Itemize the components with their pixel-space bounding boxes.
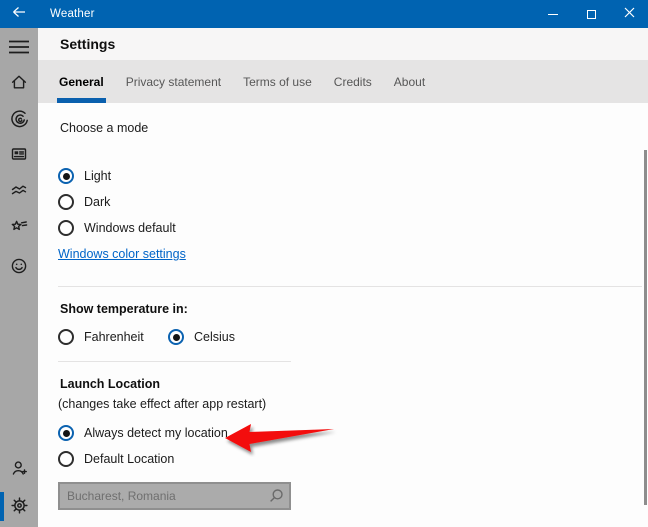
back-button[interactable] bbox=[0, 0, 38, 28]
page-header: Settings bbox=[38, 28, 648, 60]
tab-about[interactable]: About bbox=[394, 60, 425, 103]
tab-terms-of-use[interactable]: Terms of use bbox=[243, 60, 312, 103]
back-arrow-icon bbox=[11, 5, 27, 24]
sidebar-item-favorites[interactable] bbox=[0, 214, 38, 244]
radio-option-default-location[interactable]: Default Location bbox=[58, 451, 174, 467]
radio-label: Always detect my location bbox=[84, 426, 228, 440]
sidebar-item-forecast[interactable] bbox=[0, 69, 38, 99]
radio-option-dark[interactable]: Dark bbox=[58, 194, 110, 210]
radio-option-windows-default[interactable]: Windows default bbox=[58, 220, 176, 236]
radio-button-default-location bbox=[58, 451, 74, 467]
settings-page: Settings General Privacy statement Terms… bbox=[38, 28, 648, 527]
radio-option-always-detect[interactable]: Always detect my location bbox=[58, 425, 228, 441]
radio-button-dark bbox=[58, 194, 74, 210]
radio-label: Light bbox=[84, 169, 112, 183]
radio-button-fahrenheit bbox=[58, 329, 74, 345]
section-divider bbox=[58, 361, 291, 362]
location-search-input[interactable] bbox=[60, 489, 263, 503]
location-section-note: (changes take effect after app restart) bbox=[58, 397, 267, 411]
tab-general[interactable]: General bbox=[57, 60, 106, 103]
radio-button-always-detect bbox=[58, 425, 74, 441]
radio-option-celsius[interactable]: Celsius bbox=[168, 329, 235, 345]
location-section-heading: Launch Location bbox=[60, 377, 160, 391]
tab-credits[interactable]: Credits bbox=[334, 60, 372, 103]
news-card-icon bbox=[10, 145, 28, 168]
page-title: Settings bbox=[60, 36, 116, 52]
line-chart-icon bbox=[10, 181, 28, 204]
sidebar-item-news[interactable] bbox=[0, 141, 38, 171]
location-search-box[interactable] bbox=[58, 482, 291, 510]
smiley-icon bbox=[10, 257, 28, 280]
sidebar-item-send-feedback[interactable] bbox=[0, 253, 38, 283]
radio-button-windows-default bbox=[58, 220, 74, 236]
home-icon bbox=[10, 73, 28, 96]
sidebar-item-maps[interactable] bbox=[0, 107, 38, 137]
section-divider bbox=[58, 286, 642, 287]
temperature-section-heading: Show temperature in: bbox=[60, 302, 188, 316]
sidebar-item-settings[interactable] bbox=[0, 493, 38, 523]
sidebar-item-historical-weather[interactable] bbox=[0, 177, 38, 207]
radio-button-light bbox=[58, 168, 74, 184]
tab-privacy-statement[interactable]: Privacy statement bbox=[126, 60, 221, 103]
red-annotation-arrow bbox=[222, 421, 340, 457]
close-button[interactable] bbox=[610, 0, 648, 28]
radio-label: Default Location bbox=[84, 452, 175, 466]
titlebar: Weather bbox=[0, 0, 648, 28]
radio-button-celsius bbox=[168, 329, 184, 345]
minimize-icon bbox=[548, 13, 558, 15]
gear-icon bbox=[10, 496, 29, 520]
radio-label: Fahrenheit bbox=[84, 330, 144, 344]
radio-label: Celsius bbox=[194, 330, 235, 344]
radio-option-fahrenheit[interactable]: Fahrenheit bbox=[58, 329, 144, 345]
radio-label: Windows default bbox=[84, 221, 176, 235]
sidebar-item-sign-in[interactable] bbox=[0, 455, 38, 485]
maximize-button[interactable] bbox=[572, 0, 610, 28]
hamburger-icon bbox=[8, 40, 30, 59]
windows-color-settings-link[interactable]: Windows color settings bbox=[58, 247, 186, 261]
weather-app-window: Weather Settings General Privacy stateme… bbox=[0, 0, 648, 527]
star-list-icon bbox=[10, 218, 29, 241]
app-title: Weather bbox=[50, 8, 95, 20]
search-icon bbox=[263, 488, 289, 504]
sidebar bbox=[0, 28, 38, 527]
radio-label: Dark bbox=[84, 195, 111, 209]
maximize-icon bbox=[586, 9, 596, 19]
settings-tabstrip: General Privacy statement Terms of use C… bbox=[38, 60, 648, 103]
mode-section-heading: Choose a mode bbox=[60, 121, 149, 135]
radio-option-light[interactable]: Light bbox=[58, 168, 111, 184]
minimize-button[interactable] bbox=[534, 0, 572, 28]
person-add-icon bbox=[10, 459, 28, 482]
vertical-scrollbar[interactable] bbox=[644, 150, 647, 505]
close-icon bbox=[624, 5, 635, 23]
hamburger-menu-button[interactable] bbox=[0, 34, 38, 64]
radar-swirl-icon bbox=[10, 110, 29, 134]
general-tab-content: Choose a mode Light Dark Windows default… bbox=[38, 103, 648, 527]
